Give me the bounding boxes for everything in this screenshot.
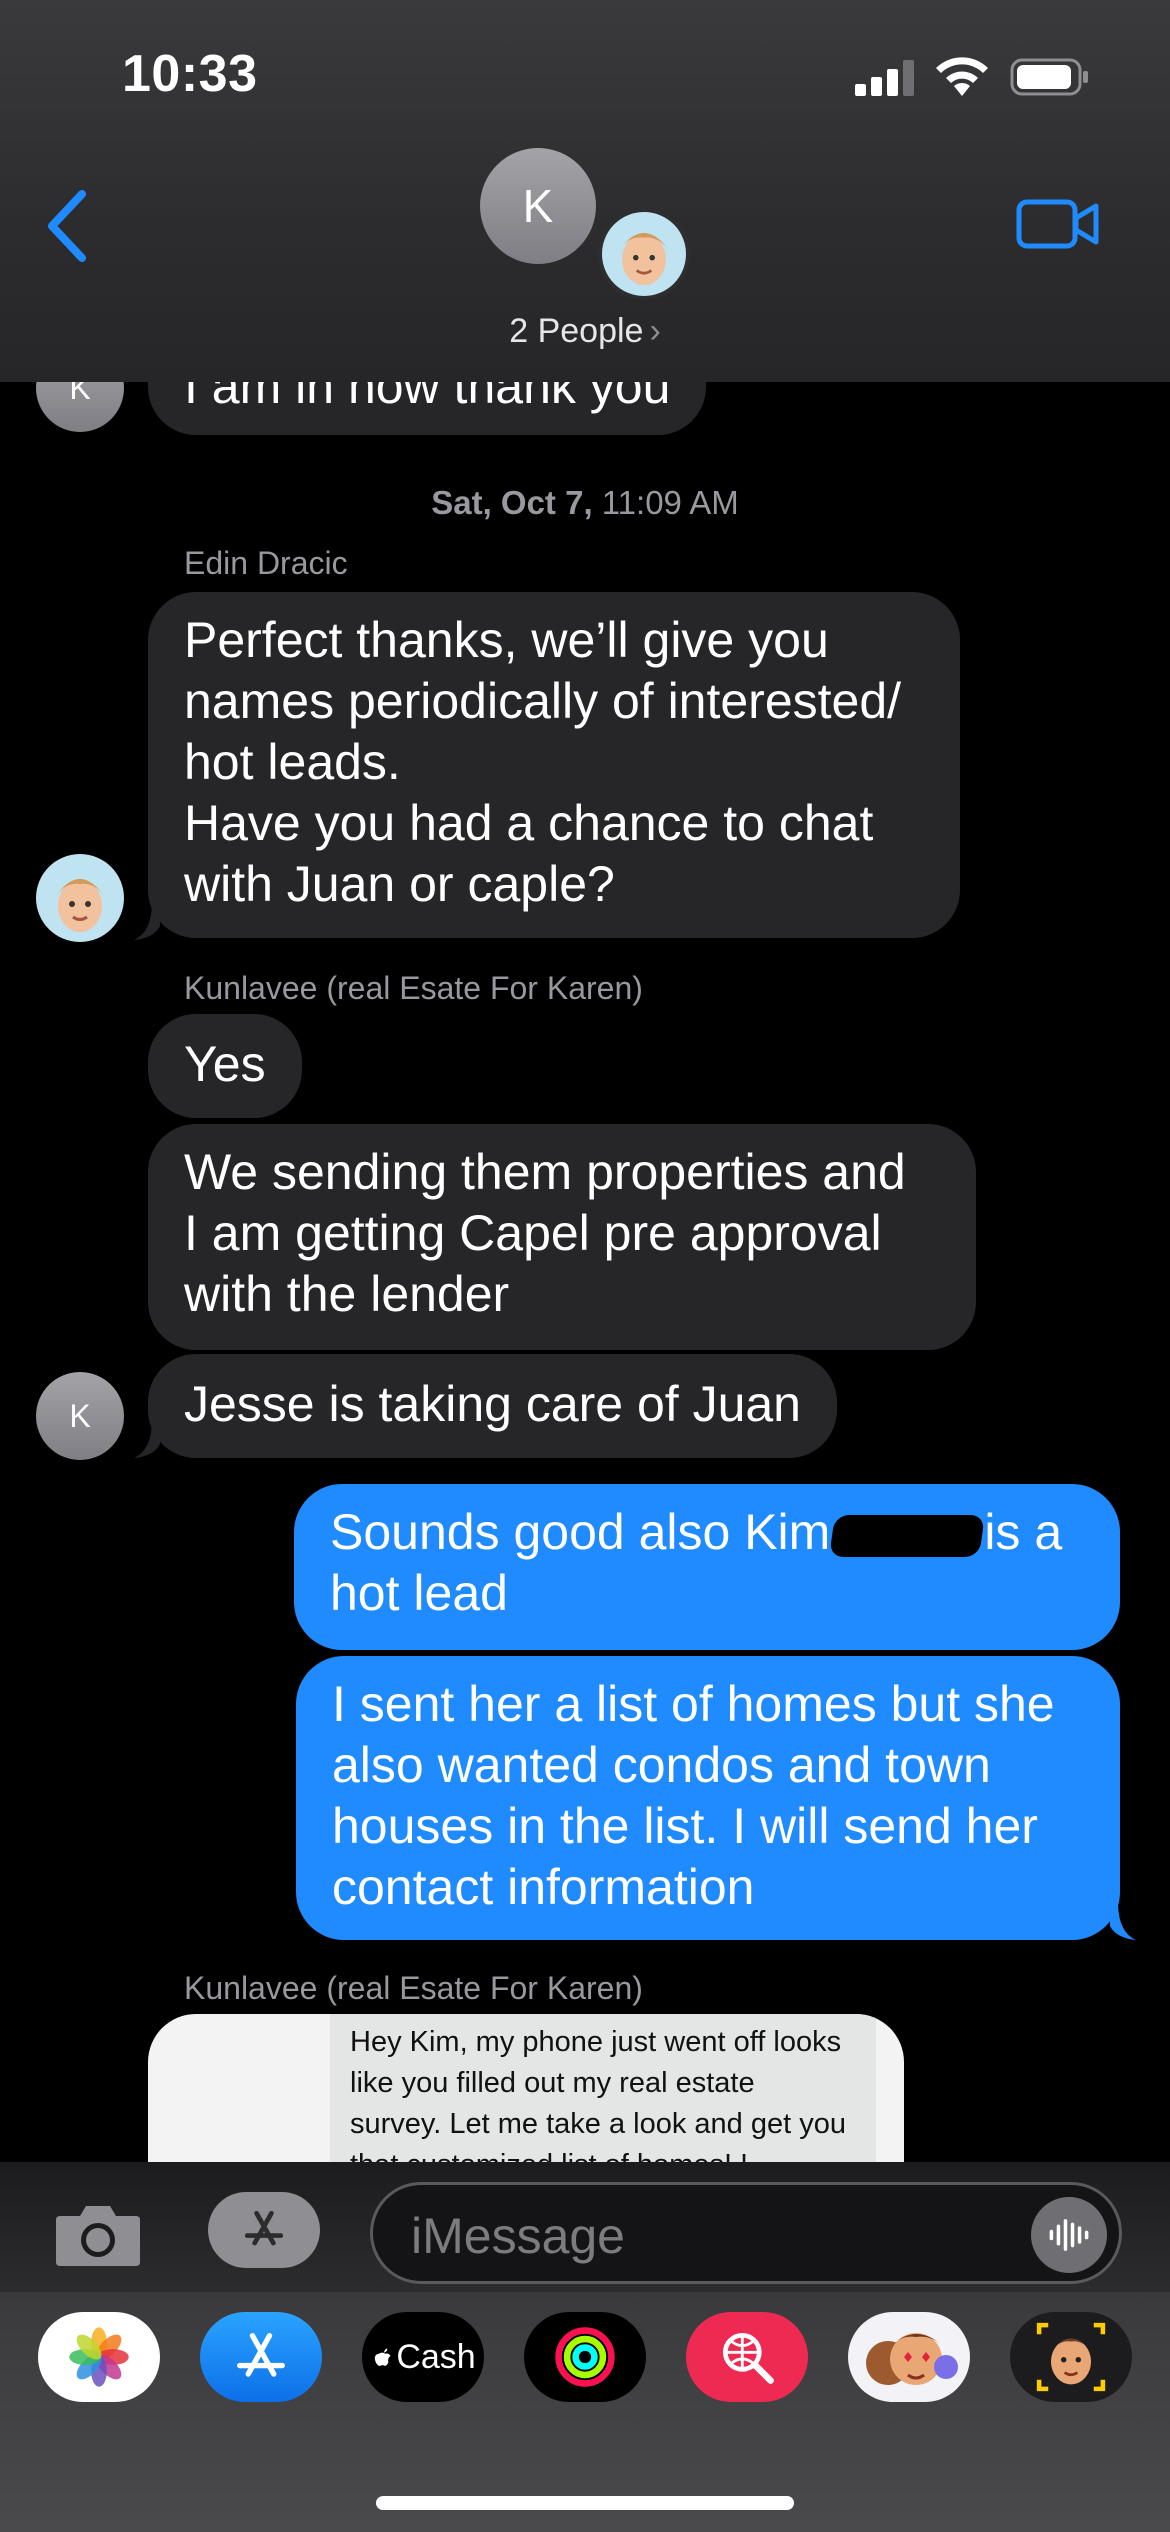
app-app-store[interactable]	[200, 2312, 322, 2402]
redaction-mark	[829, 1514, 986, 1557]
people-count-link[interactable]: 2 People ›	[0, 312, 1170, 351]
app-photos[interactable]	[38, 2312, 160, 2402]
app-store-icon	[244, 2210, 284, 2246]
message-line: hot lead	[330, 1565, 508, 1621]
globe-search-icon	[722, 2332, 774, 2384]
attachment-line: Hey Kim, my phone just went off looks	[350, 2026, 842, 2058]
memoji-icon	[56, 879, 104, 932]
sender-name: Kunlavee (real Esate For Karen)	[184, 1970, 643, 2006]
photos-icon	[69, 2327, 129, 2387]
message-line: hot leads.	[184, 734, 401, 790]
attachment-line: survey. Let me take a look and get you	[350, 2108, 846, 2140]
bubble-tail	[134, 1420, 160, 1458]
audio-message-button[interactable]	[1031, 2197, 1107, 2273]
timestamp-day: Sat, Oct 7,	[431, 484, 593, 521]
timestamp-time: 11:09 AM	[601, 484, 739, 521]
message-line: I am getting Capel pre approval	[184, 1205, 882, 1261]
app-search[interactable]	[686, 2312, 808, 2402]
cash-label: Cash	[396, 2337, 476, 2376]
input-bar: iMessage	[0, 2162, 1170, 2292]
app-apple-cash[interactable]: Cash	[362, 2312, 484, 2402]
apple-cash-icon	[375, 2348, 391, 2366]
bubble-tail	[134, 902, 160, 940]
message-bubble-outgoing[interactable]: Sounds good also Kim is a hot lead	[294, 1484, 1120, 1650]
message-line: Sounds good also Kim is a	[330, 1502, 1084, 1563]
people-count-label: 2 People	[509, 312, 644, 350]
message-bubble-incoming[interactable]: Perfect thanks, we’ll give you names per…	[148, 592, 960, 938]
memoji-stickers-icon	[866, 2333, 958, 2385]
sender-avatar-memoji	[36, 854, 124, 942]
conversation-header: 10:33 K 2 People ›	[0, 0, 1170, 382]
sender-name: Edin Dracic	[184, 545, 348, 581]
battery-icon	[1010, 58, 1088, 96]
message-line: We sending them properties and	[184, 1144, 906, 1200]
message-line: with the lender	[184, 1266, 510, 1322]
attachment-line: like you filled out my real estate	[350, 2067, 755, 2099]
app-fitness[interactable]	[524, 2312, 646, 2402]
message-bubble-incoming[interactable]: We sending them properties and I am gett…	[148, 1124, 976, 1350]
cellular-signal-icon	[855, 60, 915, 96]
message-bubble-incoming[interactable]: Yes	[148, 1014, 302, 1118]
group-avatar-k[interactable]: K	[480, 148, 596, 264]
app-memoji-stickers[interactable]	[848, 2312, 970, 2402]
message-line: with Juan or caple?	[184, 856, 615, 912]
memoji-icon	[1036, 2322, 1106, 2392]
message-line: houses in the list. I will send her	[332, 1798, 1038, 1854]
activity-rings-icon	[555, 2327, 615, 2387]
imessage-placeholder: iMessage	[411, 2208, 625, 2264]
app-store-icon	[237, 2333, 285, 2377]
message-timestamp: Sat, Oct 7, 11:09 AM	[0, 484, 1170, 522]
message-bubble-outgoing[interactable]: I sent her a list of homes but she also …	[296, 1656, 1120, 1940]
chevron-right-icon: ›	[649, 312, 661, 350]
back-chevron-icon[interactable]	[42, 186, 94, 266]
message-line: also wanted condos and town	[332, 1737, 991, 1793]
bubble-tail	[1110, 1902, 1136, 1940]
message-line: Perfect thanks, we’ll give you	[184, 612, 829, 668]
app-store-toggle-button[interactable]	[208, 2192, 320, 2268]
message-line: contact information	[332, 1859, 755, 1915]
app-drawer: Cash	[0, 2292, 1170, 2532]
message-bubble-incoming[interactable]: Jesse is taking care of Juan	[148, 1354, 837, 1458]
sender-name: Kunlavee (real Esate For Karen)	[184, 970, 643, 1006]
message-text: is a	[984, 1504, 1063, 1560]
status-time: 10:33	[122, 45, 258, 103]
home-indicator[interactable]	[376, 2496, 794, 2510]
imessage-input[interactable]: iMessage	[370, 2182, 1122, 2284]
facetime-video-icon[interactable]	[1016, 196, 1100, 252]
sender-avatar-k: K	[36, 1372, 124, 1460]
camera-icon[interactable]	[52, 2200, 144, 2270]
waveform-icon	[1049, 2219, 1089, 2251]
message-text: Sounds good also Kim	[330, 1504, 831, 1560]
memoji-icon	[620, 233, 668, 286]
wifi-icon	[936, 57, 988, 96]
app-memoji[interactable]	[1010, 2312, 1132, 2402]
message-line: Have you had a chance to chat	[184, 795, 874, 851]
message-line: names periodically of interested/	[184, 673, 902, 729]
group-avatar-memoji[interactable]	[598, 208, 690, 300]
message-line: I sent her a list of homes but she	[332, 1676, 1055, 1732]
